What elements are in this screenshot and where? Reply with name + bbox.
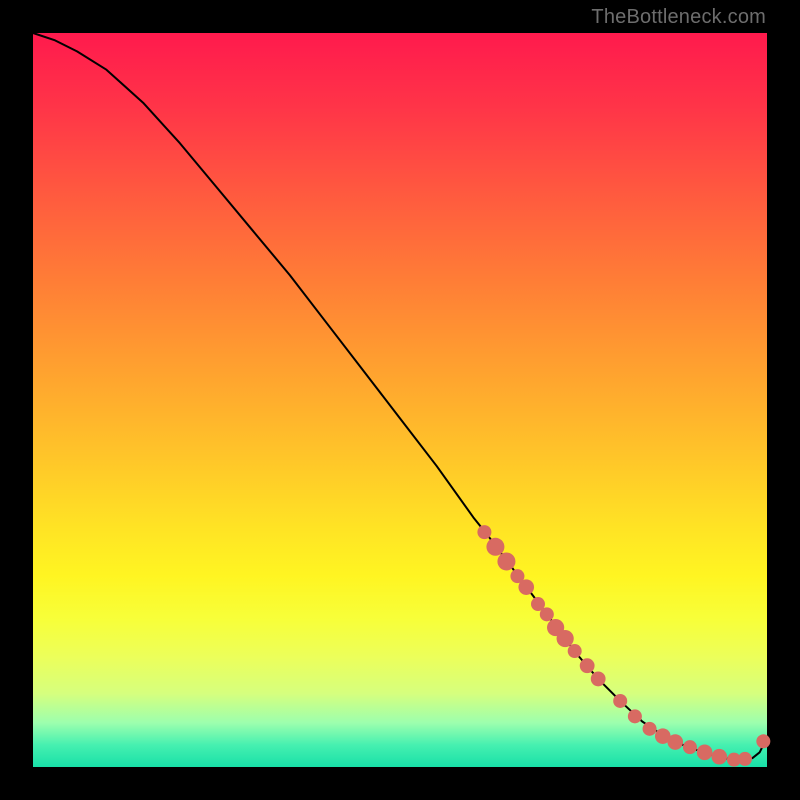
data-dot <box>497 552 515 570</box>
data-dot <box>643 722 657 736</box>
data-dot <box>756 734 770 748</box>
chart-stage: TheBottleneck.com <box>0 0 800 800</box>
data-dot <box>540 607 554 621</box>
data-dot <box>591 672 606 687</box>
data-dot <box>667 734 683 750</box>
curve-line <box>33 33 767 760</box>
data-dot <box>613 694 627 708</box>
data-dot <box>568 644 582 658</box>
data-dot <box>711 749 727 765</box>
data-dot <box>518 579 534 595</box>
data-dot <box>486 538 504 556</box>
watermark-text: TheBottleneck.com <box>591 6 766 29</box>
data-dot <box>628 709 642 723</box>
plot-area <box>33 33 767 767</box>
data-dot <box>580 658 595 673</box>
data-dot <box>477 525 491 539</box>
chart-overlay <box>33 33 767 767</box>
data-dot <box>738 752 752 766</box>
data-dots <box>477 525 770 767</box>
data-dot <box>683 740 697 754</box>
data-dot <box>697 745 713 761</box>
data-dot <box>557 630 574 647</box>
